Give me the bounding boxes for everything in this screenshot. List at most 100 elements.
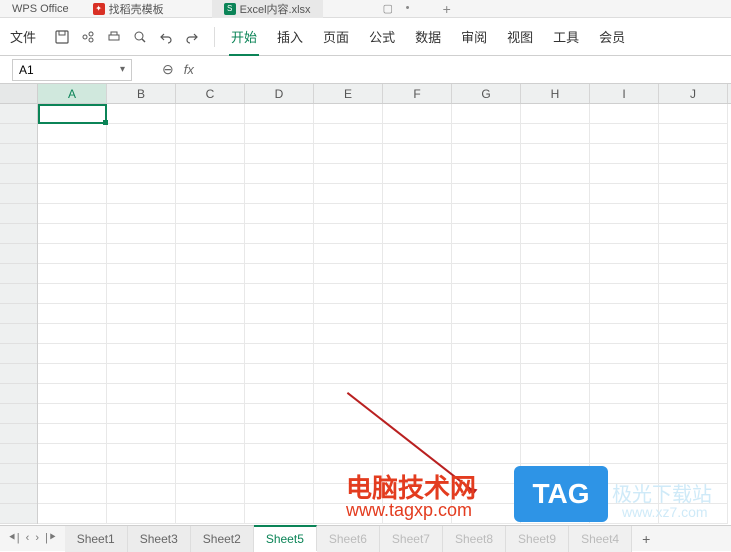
cell[interactable] <box>521 364 590 384</box>
row-header[interactable] <box>0 144 37 164</box>
cell[interactable] <box>659 304 728 324</box>
cell[interactable] <box>314 344 383 364</box>
col-header-A[interactable]: A <box>38 84 107 103</box>
row-header[interactable] <box>0 424 37 444</box>
cell[interactable] <box>521 184 590 204</box>
cell[interactable] <box>314 324 383 344</box>
cell[interactable] <box>314 504 383 524</box>
cell[interactable] <box>107 144 176 164</box>
cell[interactable] <box>107 404 176 424</box>
doc-more-icon[interactable]: • <box>403 2 413 15</box>
cell[interactable] <box>314 124 383 144</box>
sheet-tab[interactable]: Sheet9 <box>506 526 569 552</box>
cell[interactable] <box>245 444 314 464</box>
cell[interactable] <box>245 264 314 284</box>
col-header-G[interactable]: G <box>452 84 521 103</box>
row-header[interactable] <box>0 404 37 424</box>
cell[interactable] <box>245 124 314 144</box>
cell[interactable] <box>383 124 452 144</box>
cell[interactable] <box>176 104 245 124</box>
cell[interactable] <box>659 344 728 364</box>
doc-min-icon[interactable]: ▢ <box>383 2 393 15</box>
cell[interactable] <box>245 284 314 304</box>
cell[interactable] <box>314 424 383 444</box>
cell[interactable] <box>452 504 521 524</box>
cell[interactable] <box>107 244 176 264</box>
cell[interactable] <box>314 144 383 164</box>
cell[interactable] <box>176 364 245 384</box>
cell[interactable] <box>176 504 245 524</box>
cell[interactable] <box>521 404 590 424</box>
cell[interactable] <box>590 284 659 304</box>
cell[interactable] <box>38 144 107 164</box>
row-header[interactable] <box>0 164 37 184</box>
cell[interactable] <box>590 104 659 124</box>
sheet-tab[interactable]: Sheet4 <box>569 526 632 552</box>
cell[interactable] <box>521 264 590 284</box>
cell[interactable] <box>383 344 452 364</box>
cell[interactable] <box>659 404 728 424</box>
cell[interactable] <box>521 104 590 124</box>
cell[interactable] <box>383 464 452 484</box>
sheet-next-icon[interactable]: › <box>35 532 39 545</box>
cell[interactable] <box>521 224 590 244</box>
cell[interactable] <box>383 424 452 444</box>
cell[interactable] <box>245 244 314 264</box>
row-header[interactable] <box>0 504 37 524</box>
cell[interactable] <box>590 324 659 344</box>
cell[interactable] <box>383 224 452 244</box>
cell[interactable] <box>659 444 728 464</box>
cell[interactable] <box>38 224 107 244</box>
cell[interactable] <box>590 384 659 404</box>
cell[interactable] <box>107 484 176 504</box>
col-header-E[interactable]: E <box>314 84 383 103</box>
cell[interactable] <box>107 444 176 464</box>
sheet-first-icon[interactable]: ⯇| <box>8 532 20 545</box>
sheet-tab[interactable]: Sheet7 <box>380 526 443 552</box>
save-icon[interactable] <box>54 29 70 45</box>
cell[interactable] <box>521 484 590 504</box>
cell[interactable] <box>521 144 590 164</box>
cell[interactable] <box>383 244 452 264</box>
cell[interactable] <box>38 464 107 484</box>
cell[interactable] <box>38 484 107 504</box>
cell[interactable] <box>659 184 728 204</box>
cell[interactable] <box>452 164 521 184</box>
print-icon[interactable] <box>106 29 122 45</box>
cell[interactable] <box>314 384 383 404</box>
cell[interactable] <box>107 384 176 404</box>
cell[interactable] <box>452 144 521 164</box>
zoom-out-icon[interactable]: ⊖ <box>162 61 174 78</box>
cell[interactable] <box>245 304 314 324</box>
cell[interactable] <box>38 324 107 344</box>
cell[interactable] <box>383 304 452 324</box>
cell[interactable] <box>590 364 659 384</box>
cell[interactable] <box>38 384 107 404</box>
cell[interactable] <box>521 304 590 324</box>
cell[interactable] <box>590 484 659 504</box>
cell[interactable] <box>590 264 659 284</box>
cell[interactable] <box>314 284 383 304</box>
cell[interactable] <box>176 244 245 264</box>
cell[interactable] <box>176 224 245 244</box>
sheet-tab[interactable]: Sheet8 <box>443 526 506 552</box>
row-header[interactable] <box>0 124 37 144</box>
row-header[interactable] <box>0 484 37 504</box>
col-header-C[interactable]: C <box>176 84 245 103</box>
cells-area[interactable]: document.write(Array.from({length:21},()… <box>38 104 731 524</box>
cell[interactable] <box>659 244 728 264</box>
cell[interactable] <box>176 264 245 284</box>
cell[interactable] <box>107 224 176 244</box>
cell[interactable] <box>521 204 590 224</box>
sheet-prev-icon[interactable]: ‹ <box>26 532 30 545</box>
cell[interactable] <box>383 404 452 424</box>
col-header-H[interactable]: H <box>521 84 590 103</box>
cell[interactable] <box>659 504 728 524</box>
cell[interactable] <box>245 464 314 484</box>
row-header[interactable] <box>0 364 37 384</box>
cell[interactable] <box>176 444 245 464</box>
menu-review[interactable]: 审阅 <box>451 18 497 56</box>
cell[interactable] <box>107 464 176 484</box>
cell[interactable] <box>38 344 107 364</box>
row-header[interactable] <box>0 184 37 204</box>
